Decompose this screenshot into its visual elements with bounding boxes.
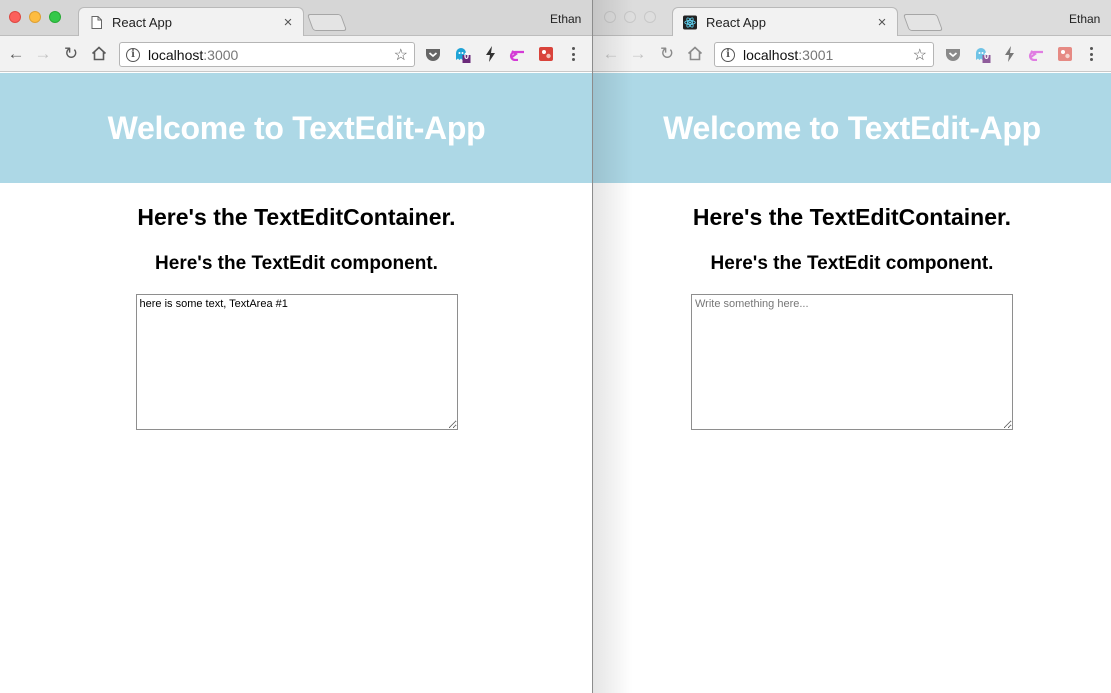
zoom-window-button[interactable] [644, 11, 656, 23]
back-arrow-icon[interactable]: ← [602, 44, 620, 62]
browser-toolbar: ← → ↻ i localhost:3000 ☆ 0 [0, 36, 593, 72]
browser-menu-icon[interactable] [1088, 45, 1094, 63]
close-tab-icon[interactable]: × [875, 14, 889, 31]
close-tab-icon[interactable]: × [281, 14, 295, 31]
close-window-button[interactable] [604, 11, 616, 23]
browser-window-left: React App × Ethan ← → ↻ i localhost:3000… [0, 0, 593, 693]
url-host: localhost [743, 46, 799, 63]
home-icon[interactable] [686, 44, 704, 62]
forward-arrow-icon[interactable]: → [34, 44, 52, 62]
text-edit-textarea[interactable] [691, 294, 1013, 430]
tab-strip: React App × Ethan [0, 0, 593, 36]
new-tab-button[interactable] [902, 14, 944, 31]
zoom-window-button[interactable] [49, 11, 61, 23]
document-icon [89, 15, 103, 29]
home-icon[interactable] [90, 44, 108, 62]
component-title: Here's the TextEdit component. [155, 253, 438, 274]
tab-react-app[interactable]: React App × [78, 7, 304, 36]
red-extension-icon[interactable] [537, 45, 555, 63]
tab-react-app[interactable]: React App × [672, 7, 898, 36]
magenta-extension-icon[interactable] [508, 45, 526, 63]
url-port: :3000 [203, 46, 239, 63]
window-divider [592, 0, 593, 693]
info-icon[interactable]: i [126, 47, 140, 62]
profile-name[interactable]: Ethan [550, 12, 581, 26]
browser-toolbar: ← → ↻ i localhost:3001 ☆ 0 [593, 36, 1111, 72]
ghostery-icon[interactable]: 0 [453, 45, 471, 63]
bookmark-star-icon[interactable]: ☆ [913, 45, 927, 65]
tab-title: React App [112, 14, 172, 30]
red-extension-icon[interactable] [1056, 45, 1074, 63]
window-controls [9, 11, 61, 23]
close-window-button[interactable] [9, 11, 21, 23]
ghostery-icon[interactable]: 0 [973, 45, 991, 63]
minimize-window-button[interactable] [29, 11, 41, 23]
back-arrow-icon[interactable]: ← [7, 44, 25, 62]
lightning-icon[interactable] [482, 45, 500, 63]
app-header: Welcome to TextEdit-App [0, 73, 593, 183]
minimize-window-button[interactable] [624, 11, 636, 23]
container-title: Here's the TextEditContainer. [692, 204, 1012, 230]
page-content: Welcome to TextEdit-App Here's the TextE… [0, 73, 593, 693]
app-title: Welcome to TextEdit-App [107, 109, 486, 146]
reload-icon[interactable]: ↻ [62, 44, 80, 62]
react-logo-icon [683, 15, 697, 29]
app-header: Welcome to TextEdit-App [593, 73, 1111, 183]
pocket-icon[interactable] [424, 45, 442, 63]
extension-badge: 0 [984, 51, 990, 61]
browser-window-right: React App × Ethan ← → ↻ i localhost:3001… [593, 0, 1111, 693]
address-bar[interactable]: i localhost:3001 ☆ [714, 42, 934, 67]
url-port: :3001 [798, 46, 834, 63]
new-tab-button[interactable] [306, 14, 348, 31]
lightning-icon[interactable] [1001, 45, 1019, 63]
window-controls [604, 11, 656, 23]
tab-title: React App [706, 14, 766, 30]
reload-icon[interactable]: ↻ [658, 44, 676, 62]
tab-strip: React App × Ethan [593, 0, 1111, 36]
url-host: localhost [148, 46, 204, 63]
extension-badge: 0 [464, 51, 470, 61]
bookmark-star-icon[interactable]: ☆ [394, 45, 408, 65]
browser-menu-icon[interactable] [570, 45, 576, 63]
page-content: Welcome to TextEdit-App Here's the TextE… [593, 73, 1111, 693]
info-icon[interactable]: i [721, 47, 735, 62]
container-title: Here's the TextEditContainer. [137, 204, 456, 230]
magenta-extension-icon[interactable] [1027, 45, 1045, 63]
component-title: Here's the TextEdit component. [710, 253, 994, 274]
app-title: Welcome to TextEdit-App [663, 109, 1041, 146]
forward-arrow-icon[interactable]: → [629, 44, 647, 62]
text-edit-textarea[interactable]: here is some text, TextArea #1 [135, 294, 458, 430]
pocket-icon[interactable] [944, 45, 962, 63]
address-bar[interactable]: i localhost:3000 ☆ [119, 42, 415, 67]
profile-name[interactable]: Ethan [1069, 12, 1100, 26]
